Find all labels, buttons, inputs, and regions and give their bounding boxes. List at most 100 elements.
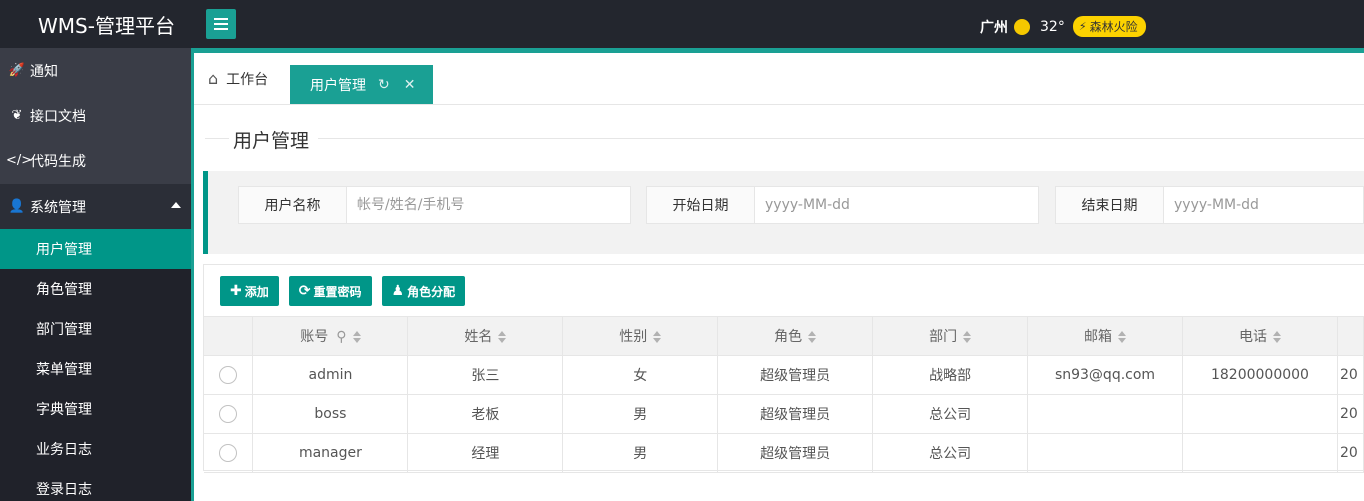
leaf-icon: ❦ xyxy=(11,108,23,123)
tab-user-management[interactable]: 用户管理 ↻ ✕ xyxy=(290,65,433,104)
close-icon[interactable]: ✕ xyxy=(404,77,416,93)
cell-email xyxy=(1027,433,1183,473)
header-gender[interactable]: 性别 xyxy=(562,316,719,356)
cell-department: 总公司 xyxy=(872,433,1029,473)
cell-department: 总公司 xyxy=(872,394,1029,434)
sidebar-item-codegen[interactable]: </> 代码生成 xyxy=(0,138,191,183)
cell-account: manager xyxy=(252,433,409,473)
home-icon: ⌂ xyxy=(208,69,219,88)
sidebar-item-label: 代码生成 xyxy=(30,153,86,170)
header-email[interactable]: 邮箱 xyxy=(1027,316,1183,356)
add-button[interactable]: ✚ 添加 xyxy=(220,276,279,306)
caret-up-icon xyxy=(171,202,181,208)
sidebar-item-roles[interactable]: 角色管理 xyxy=(0,269,191,309)
sidebar-item-departments[interactable]: 部门管理 xyxy=(0,309,191,349)
header-role[interactable]: 角色 xyxy=(717,316,874,356)
username-field: 用户名称 xyxy=(238,186,631,224)
cell-account: boss xyxy=(252,394,409,434)
reset-password-button[interactable]: ⟳ 重置密码 xyxy=(288,276,372,306)
sidebar-group-label: 系统管理 xyxy=(30,199,86,216)
cell-role: 超级管理员 xyxy=(717,433,874,473)
row-radio[interactable] xyxy=(219,444,238,462)
header-name[interactable]: 姓名 xyxy=(407,316,564,356)
header-label: 邮箱 xyxy=(1084,329,1112,345)
rocket-icon: 🚀 xyxy=(8,63,26,78)
top-header: WMS-管理平台 广州 32° ⚡ 森林火险 xyxy=(0,0,1364,48)
cell-overflow: 20 xyxy=(1336,433,1364,473)
menu-toggle-button[interactable] xyxy=(206,9,236,39)
tab-label: 用户管理 xyxy=(310,77,366,94)
sort-icon[interactable] xyxy=(498,331,507,343)
title-divider xyxy=(318,138,1364,139)
cell-email xyxy=(1027,394,1183,434)
row-radio-cell[interactable] xyxy=(204,394,254,434)
lightning-icon: ⚡ xyxy=(1078,20,1087,33)
row-radio[interactable] xyxy=(219,366,238,384)
table-row[interactable]: admin 张三 女 超级管理员 战略部 sn93@qq.com 1820000… xyxy=(204,355,1364,395)
cell-gender: 女 xyxy=(562,355,719,395)
header-label: 姓名 xyxy=(464,329,493,345)
cell-gender: 男 xyxy=(562,394,719,434)
sort-icon[interactable] xyxy=(963,331,972,343)
sort-icon[interactable] xyxy=(352,331,361,343)
tab-bar: ⌂ 工作台 用户管理 ↻ ✕ xyxy=(194,53,1364,105)
user-secret-icon: ♟ xyxy=(391,283,405,299)
refresh-icon[interactable]: ↻ xyxy=(378,77,390,93)
app-logo[interactable]: WMS-管理平台 xyxy=(38,10,175,39)
sidebar-item-notice[interactable]: 🚀 通知 xyxy=(0,48,191,93)
header-label: 性别 xyxy=(619,329,648,345)
user-icon: 👤 xyxy=(8,199,26,214)
header-label: 部门 xyxy=(929,329,958,345)
tab-workbench[interactable]: ⌂ 工作台 xyxy=(194,53,290,104)
sort-icon[interactable] xyxy=(1272,331,1281,343)
row-radio-cell[interactable] xyxy=(204,355,254,395)
cell-email: sn93@qq.com xyxy=(1027,355,1183,395)
sort-icon[interactable] xyxy=(1118,331,1126,343)
sidebar-group-system[interactable]: 👤 系统管理 xyxy=(0,184,191,229)
cell-phone: 18200000000 xyxy=(1181,355,1338,395)
start-date-input[interactable] xyxy=(755,187,1038,223)
weather-city: 广州 xyxy=(980,19,1008,36)
header-overflow xyxy=(1336,316,1364,356)
button-label: 角色分配 xyxy=(407,284,456,299)
row-radio-cell[interactable] xyxy=(204,433,254,473)
table-row[interactable]: boss 老板 男 超级管理员 总公司 20 xyxy=(204,394,1364,434)
sort-icon[interactable] xyxy=(653,331,662,343)
weather-widget: 广州 32° ⚡ 森林火险 xyxy=(980,16,1146,37)
sidebar-item-users[interactable]: 用户管理 xyxy=(0,229,191,269)
sidebar-item-label: 接口文档 xyxy=(30,108,86,125)
weather-alert-badge: ⚡ 森林火险 xyxy=(1072,16,1146,37)
header-phone[interactable]: 电话 xyxy=(1181,316,1338,356)
header-label: 电话 xyxy=(1238,329,1267,345)
page-title: 用户管理 xyxy=(233,126,316,153)
user-table: 账号 ⚲ 姓名 性别 角色 部门 邮箱 电话 admin 张三 女 超级管理员 战… xyxy=(204,316,1364,473)
assign-role-button[interactable]: ♟ 角色分配 xyxy=(381,276,466,306)
table-toolbar: ✚ 添加 ⟳ 重置密码 ♟ 角色分配 xyxy=(220,276,466,306)
weather-alert-text: 森林火险 xyxy=(1089,20,1138,34)
header-label: 账号 xyxy=(300,329,329,345)
hamburger-icon-bar xyxy=(214,23,228,25)
search-icon[interactable]: ⚲ xyxy=(336,329,346,345)
sun-icon xyxy=(1014,18,1030,35)
end-date-input[interactable] xyxy=(1164,187,1363,223)
sidebar-item-menus[interactable]: 菜单管理 xyxy=(0,349,191,389)
header-account[interactable]: 账号 ⚲ xyxy=(252,316,409,356)
code-icon: </> xyxy=(6,153,33,168)
cell-role: 超级管理员 xyxy=(717,355,874,395)
title-divider xyxy=(205,138,229,139)
button-label: 添加 xyxy=(244,284,269,299)
cell-role: 超级管理员 xyxy=(717,394,874,434)
sidebar-item-login-log[interactable]: 登录日志 xyxy=(0,469,191,501)
field-label: 用户名称 xyxy=(239,187,347,223)
table-row[interactable]: manager 经理 男 超级管理员 总公司 20 xyxy=(204,433,1364,473)
sidebar-item-business-log[interactable]: 业务日志 xyxy=(0,429,191,469)
sort-icon[interactable] xyxy=(808,331,817,343)
cell-account: admin xyxy=(252,355,409,395)
header-department[interactable]: 部门 xyxy=(872,316,1029,356)
cell-name: 老板 xyxy=(407,394,564,434)
sidebar-item-api-docs[interactable]: ❦ 接口文档 xyxy=(0,93,191,138)
hamburger-icon-bar xyxy=(214,28,228,30)
username-input[interactable] xyxy=(347,187,630,223)
row-radio[interactable] xyxy=(219,405,238,423)
sidebar-item-dictionary[interactable]: 字典管理 xyxy=(0,389,191,429)
